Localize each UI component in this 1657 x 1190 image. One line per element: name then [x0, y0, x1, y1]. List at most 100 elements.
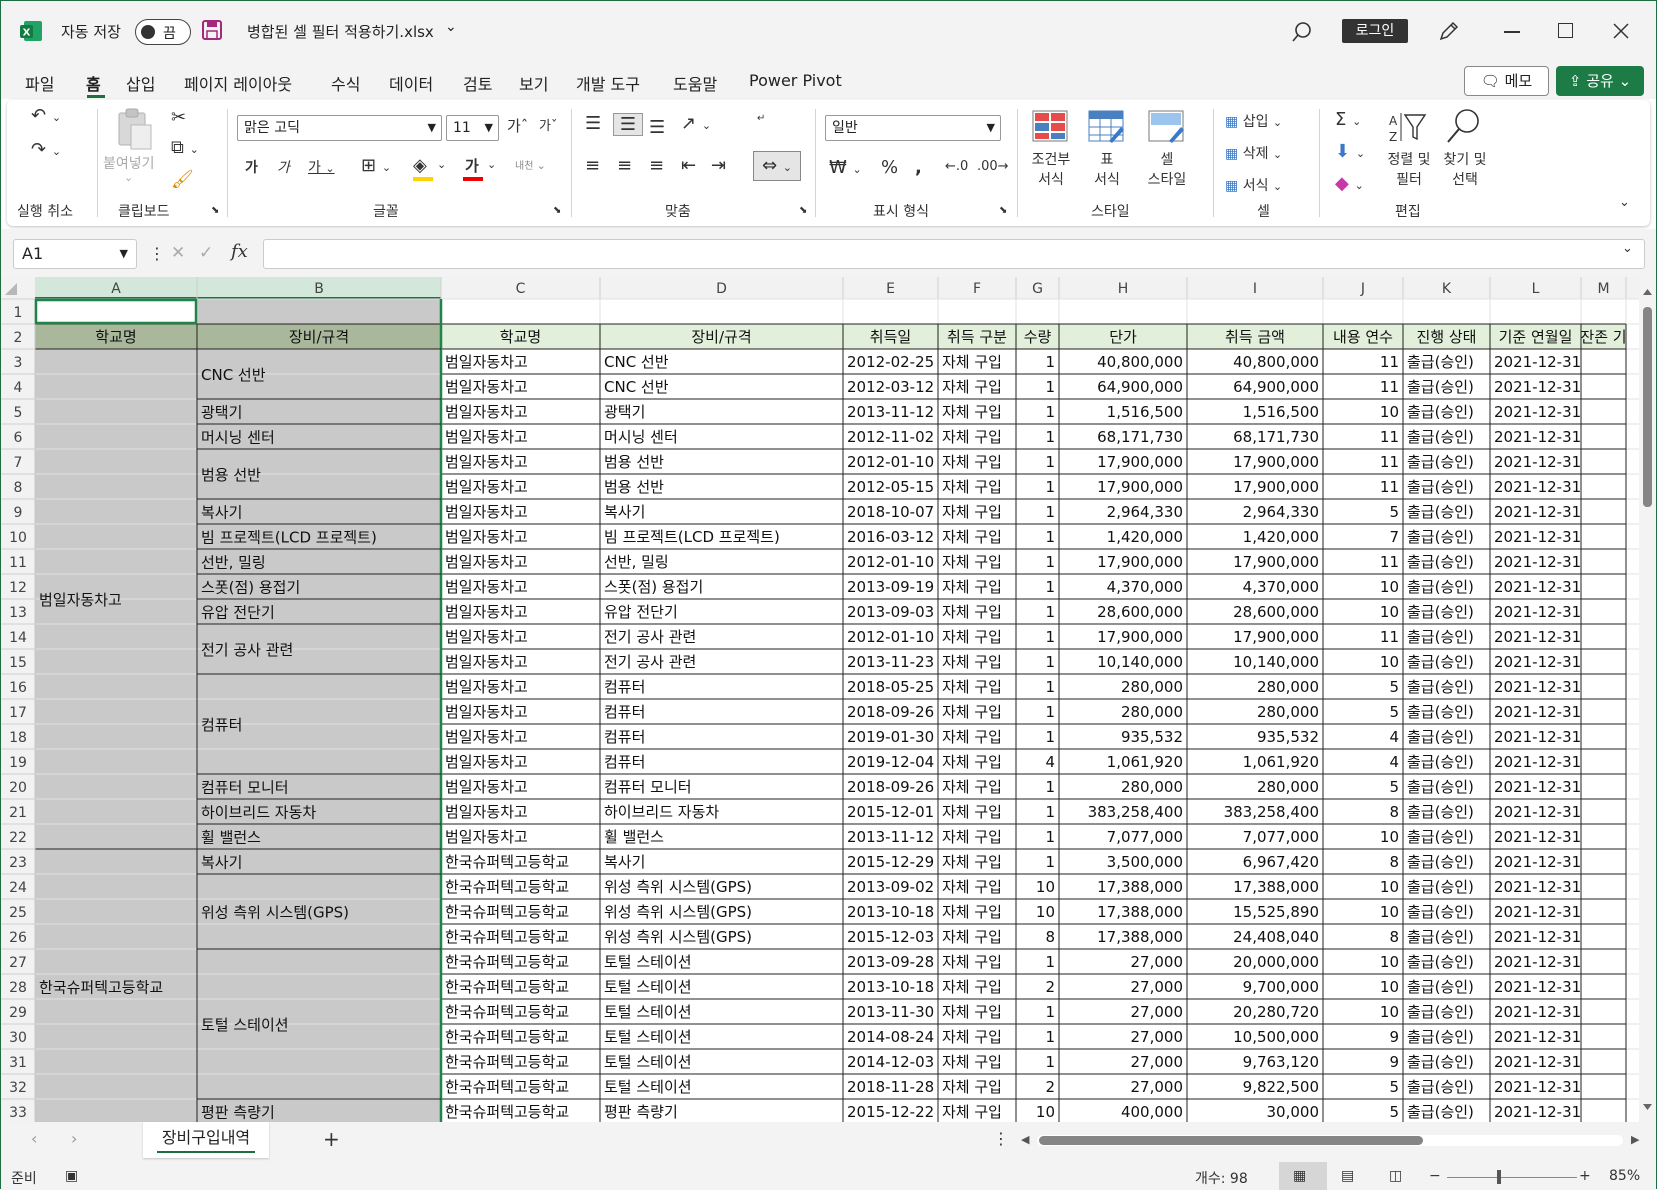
conditional-format-icon[interactable]	[1031, 109, 1069, 143]
percent-icon[interactable]: %	[881, 157, 898, 178]
share-button[interactable]: ⇪ 공유 ⌄	[1556, 66, 1644, 96]
align-top-icon[interactable]: ☰	[585, 113, 601, 134]
tab-file[interactable]: 파일	[25, 71, 54, 95]
add-sheet-icon[interactable]: +	[323, 1127, 340, 1151]
pen-icon[interactable]	[1437, 19, 1461, 43]
format-as-table-icon[interactable]	[1087, 109, 1125, 143]
font-color-icon[interactable]: 가 ⌄	[463, 155, 499, 181]
italic-icon[interactable]: 가	[277, 157, 290, 177]
vertical-scroll-thumb[interactable]	[1643, 307, 1652, 507]
fill-color-icon[interactable]: ◈ ⌄	[413, 155, 449, 181]
sort-filter-label[interactable]: 정렬 및 필터	[1381, 149, 1437, 189]
undo-icon[interactable]: ↶ ⌄	[31, 105, 61, 126]
cancel-formula-icon[interactable]: ✕	[171, 243, 185, 263]
autosave-toggle[interactable]: 끔	[135, 19, 191, 45]
tab-formulas[interactable]: 수식	[331, 71, 360, 95]
alignment-launcher-icon[interactable]: ⬊	[799, 205, 807, 216]
paste-icon[interactable]	[113, 107, 155, 151]
tab-insert[interactable]: 삽입	[126, 71, 155, 95]
collapse-ribbon-icon[interactable]: ⌄	[1619, 195, 1630, 210]
status-count[interactable]: 개수: 98	[1195, 1168, 1248, 1188]
underline-icon[interactable]: 가 ⌄	[308, 157, 335, 177]
worksheet-svg[interactable]: A B C D E F G H I J K L M 범일자동차고한국슈퍼텍고등학교 CNC 선반광택기머시닝…	[1, 277, 1656, 1122]
name-box[interactable]: A1 ▼	[13, 239, 137, 269]
page-break-view-icon[interactable]: ◫	[1389, 1168, 1402, 1184]
increase-indent-icon[interactable]: ⇥	[711, 155, 726, 176]
find-select-icon[interactable]	[1445, 107, 1483, 145]
sort-filter-icon[interactable]: A Z	[1387, 109, 1427, 145]
horizontal-scroll-thumb[interactable]	[1039, 1136, 1423, 1145]
zoom-out-icon[interactable]: −	[1429, 1168, 1441, 1184]
format-as-table-label[interactable]: 표 서식	[1083, 149, 1131, 189]
currency-icon[interactable]: ₩ ⌄	[829, 157, 862, 178]
sheet-tab-active[interactable]: 장비구입내역	[143, 1122, 269, 1158]
tab-help[interactable]: 도움말	[673, 71, 717, 95]
tab-page-layout[interactable]: 페이지 레이아웃	[184, 71, 292, 95]
worksheet-grid[interactable]: A B C D E F G H I J K L M 범일자동차고 한국슈퍼텍고등학교 CNC 선반 광택기 머시닝…	[1, 277, 1656, 1122]
tab-home[interactable]: 홈	[86, 71, 101, 95]
cell-styles-icon[interactable]	[1147, 109, 1185, 143]
formula-input[interactable]	[263, 239, 1645, 269]
scroll-left-icon[interactable]: ◀	[1021, 1133, 1029, 1146]
align-center-icon[interactable]: ≡	[617, 155, 632, 176]
decrease-indent-icon[interactable]: ⇤	[681, 155, 696, 176]
page-layout-view-icon[interactable]: ▤	[1341, 1168, 1354, 1184]
orientation-icon[interactable]: ↗ ⌄	[681, 113, 711, 134]
search-icon[interactable]	[1291, 21, 1313, 43]
delete-cells-button[interactable]: ▦ 삭제 ⌄	[1225, 143, 1282, 163]
zoom-slider-track[interactable]	[1447, 1177, 1577, 1178]
tab-power-pivot[interactable]: Power Pivot	[749, 71, 842, 90]
zoom-level[interactable]: 85%	[1609, 1168, 1640, 1184]
decrease-font-icon[interactable]: 가ˇ	[539, 115, 557, 134]
sheet-next-icon[interactable]: ›	[71, 1129, 77, 1148]
decrease-decimal-icon[interactable]: .00→	[977, 159, 1009, 174]
login-button[interactable]: 로그인	[1342, 19, 1408, 43]
save-icon[interactable]	[201, 19, 223, 41]
clipboard-launcher-icon[interactable]: ⬊	[211, 205, 219, 216]
bold-icon[interactable]: 가	[245, 157, 258, 177]
normal-view-icon[interactable]: ▦	[1279, 1162, 1327, 1190]
increase-decimal-icon[interactable]: ←.0	[945, 159, 968, 174]
minimize-icon[interactable]	[1504, 31, 1520, 33]
file-name[interactable]: 병합된 셀 필터 적용하기.xlsx	[247, 21, 434, 42]
wrap-text-icon[interactable]: ↵	[757, 113, 765, 124]
tab-view[interactable]: 보기	[519, 71, 548, 95]
more-options-icon[interactable]: ⋮	[149, 244, 165, 263]
align-middle-icon[interactable]: ☰	[613, 113, 643, 136]
font-launcher-icon[interactable]: ⬊	[553, 205, 561, 216]
font-size-select[interactable]: 11 ▼	[446, 115, 499, 141]
autosum-icon[interactable]: Σ ⌄	[1335, 109, 1361, 130]
find-select-label[interactable]: 찾기 및 선택	[1437, 149, 1493, 189]
align-left-icon[interactable]: ≡	[585, 155, 600, 176]
zoom-slider-thumb[interactable]	[1497, 1170, 1501, 1184]
redo-icon[interactable]: ↷ ⌄	[31, 139, 61, 160]
comma-style-icon[interactable]: ,	[915, 157, 922, 178]
tab-split-icon[interactable]: ⋮	[993, 1129, 1009, 1148]
conditional-format-label[interactable]: 조건부 서식	[1029, 149, 1073, 189]
align-bottom-icon[interactable]: ☰	[649, 117, 665, 138]
memo-button[interactable]: 🗨 메모	[1464, 66, 1549, 96]
cut-icon[interactable]: ✂	[171, 107, 186, 128]
maximize-icon[interactable]	[1558, 23, 1573, 38]
active-cell-a1[interactable]	[34, 298, 198, 325]
phonetic-icon[interactable]: 내천 ⌄	[515, 157, 546, 172]
paste-chevron-icon[interactable]: ⌄	[124, 171, 133, 184]
increase-font-icon[interactable]: 가ˆ	[507, 115, 528, 136]
merge-center-icon[interactable]: ⇔ ⌄	[753, 151, 801, 181]
tab-review[interactable]: 검토	[463, 71, 492, 95]
insert-cells-button[interactable]: ▦ 삽입 ⌄	[1225, 111, 1282, 131]
confirm-formula-icon[interactable]: ✓	[199, 243, 213, 263]
insert-function-icon[interactable]: fx	[231, 241, 248, 262]
clear-icon[interactable]: ◆ ⌄	[1335, 173, 1364, 194]
expand-formula-bar-icon[interactable]: ⌄	[1622, 241, 1633, 256]
tab-developer[interactable]: 개발 도구	[576, 71, 640, 95]
cell-styles-label[interactable]: 셀 스타일	[1139, 149, 1195, 189]
filename-chevron-icon[interactable]: ⌄	[445, 19, 457, 35]
tab-data[interactable]: 데이터	[389, 71, 433, 95]
close-icon[interactable]	[1613, 23, 1629, 39]
borders-icon[interactable]: ⊞ ⌄	[361, 155, 391, 176]
format-painter-icon[interactable]: 🖌	[171, 169, 194, 190]
paste-label[interactable]: 붙여넣기	[103, 153, 155, 173]
fill-icon[interactable]: ⬇ ⌄	[1335, 141, 1365, 162]
accessibility-icon[interactable]: ▣	[65, 1168, 78, 1184]
